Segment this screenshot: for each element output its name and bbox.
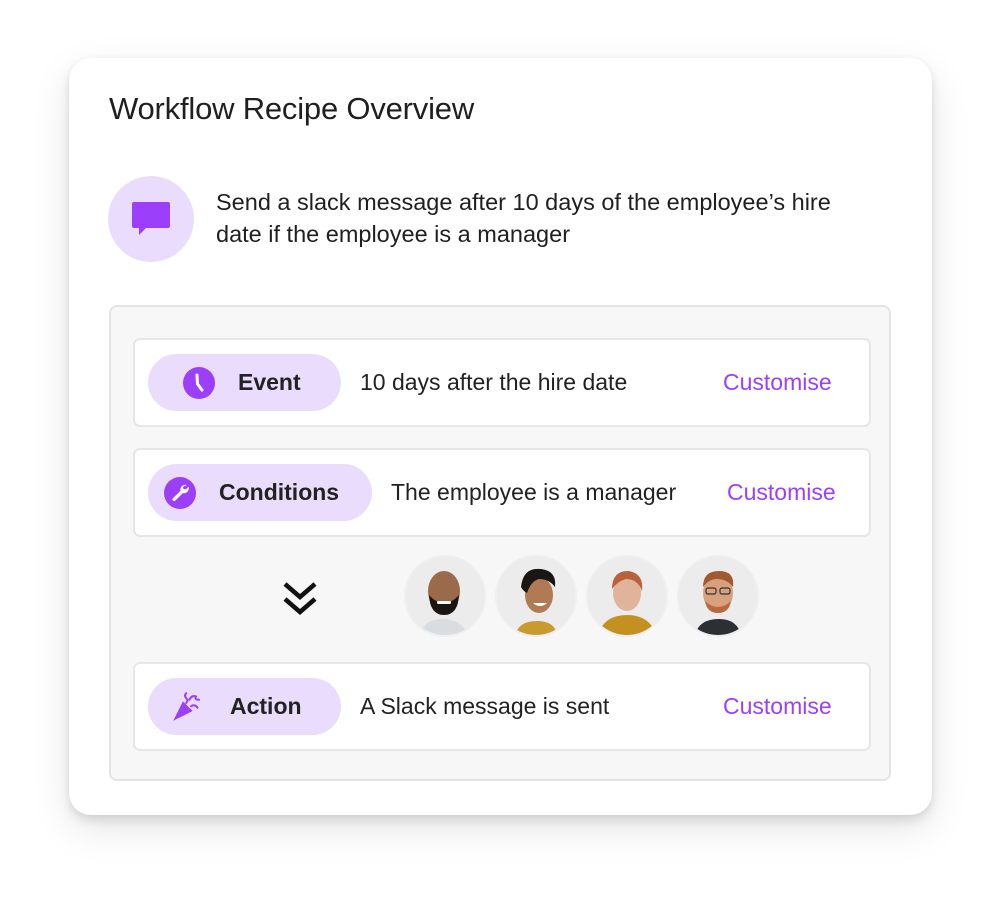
step-description: A Slack message is sent	[360, 693, 610, 719]
customise-conditions-link[interactable]: Customise	[727, 450, 836, 535]
step-pill-action: Action	[148, 678, 341, 735]
recipe-summary: Send a slack message after 10 days of th…	[216, 189, 831, 247]
page-title: Workflow Recipe Overview	[109, 91, 475, 126]
wrench-icon	[163, 476, 197, 510]
step-label: Conditions	[219, 479, 340, 505]
chat-bubble-icon	[132, 202, 170, 235]
avatar-woman-curly-hair	[497, 557, 575, 635]
step-row-conditions: Conditions The employee is a manager Cus…	[133, 448, 871, 537]
step-pill-event: Event	[148, 354, 341, 411]
summary-icon-circle	[108, 176, 194, 262]
workflow-steps-panel: Event 10 days after the hire date Custom…	[109, 305, 891, 781]
step-description: The employee is a manager	[391, 479, 677, 505]
step-label: Event	[238, 369, 301, 395]
recipient-avatar	[495, 555, 577, 637]
clock-icon	[182, 366, 216, 400]
workflow-recipe-card: Workflow Recipe Overview Send a slack me…	[69, 58, 932, 815]
customise-action-link[interactable]: Customise	[723, 664, 832, 749]
step-row-event: Event 10 days after the hire date Custom…	[133, 338, 871, 427]
double-chevron-down-icon	[283, 582, 317, 615]
step-row-action: Action A Slack message is sent Customise	[133, 662, 871, 751]
recipient-avatar	[404, 555, 486, 637]
step-pill-conditions: Conditions	[148, 464, 372, 521]
recipient-avatar	[586, 555, 668, 637]
customise-event-link[interactable]: Customise	[723, 340, 832, 425]
step-label: Action	[230, 693, 302, 719]
avatar-man-bald-beard	[406, 557, 484, 635]
recipient-avatar	[677, 555, 759, 637]
avatar-man-glasses	[679, 557, 757, 635]
avatar-woman-short-red-hair	[588, 557, 666, 635]
step-description: 10 days after the hire date	[360, 369, 628, 395]
party-popper-icon	[170, 690, 204, 724]
